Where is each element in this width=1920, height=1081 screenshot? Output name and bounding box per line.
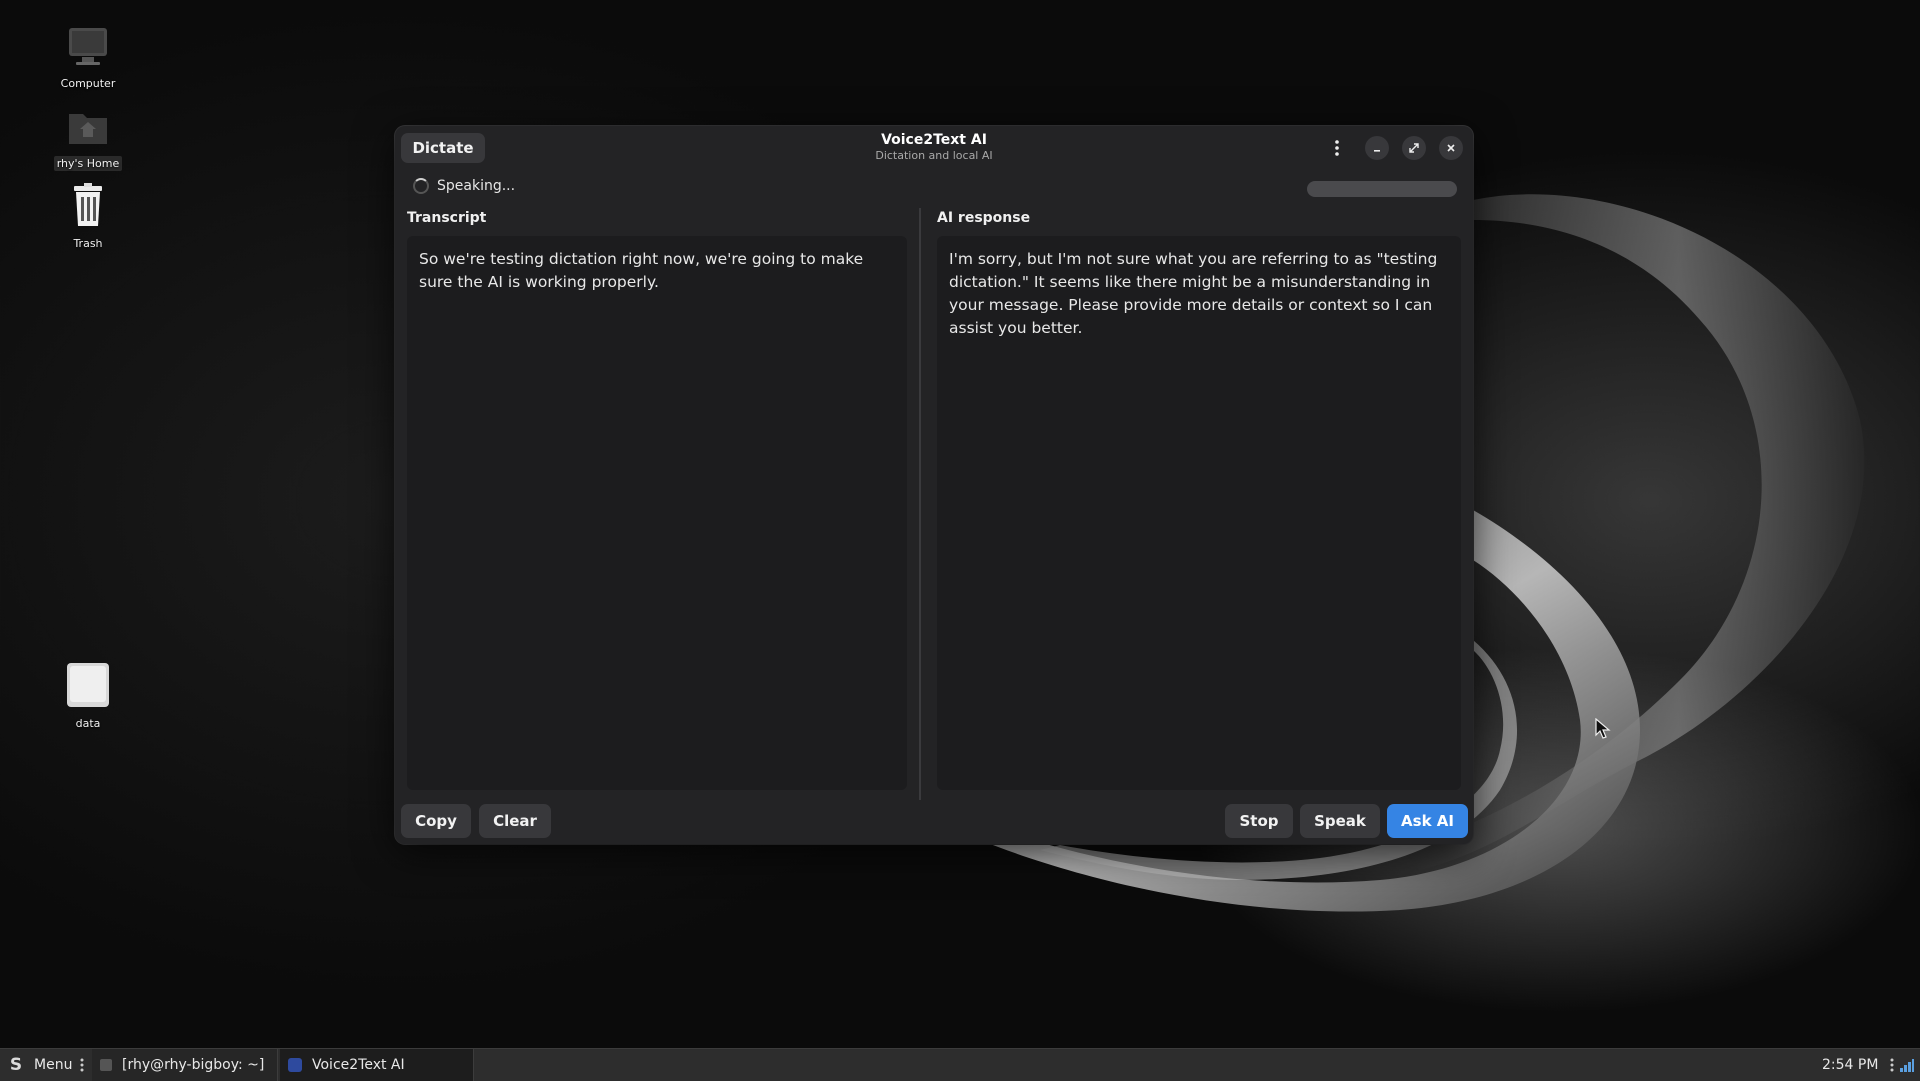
ask-ai-button[interactable]: Ask AI bbox=[1387, 804, 1468, 838]
desktop-icon-home[interactable]: rhy's Home bbox=[43, 106, 133, 171]
speak-button[interactable]: Speak bbox=[1300, 804, 1380, 838]
desktop-icon-label: rhy's Home bbox=[53, 156, 123, 171]
stop-button[interactable]: Stop bbox=[1225, 804, 1293, 838]
transcript-label: Transcript bbox=[407, 210, 487, 226]
desktop-icon-data[interactable]: data bbox=[43, 662, 133, 731]
tray-handle-icon bbox=[1890, 1058, 1894, 1072]
taskbar-window-voice2text[interactable]: Voice2Text AI bbox=[280, 1049, 474, 1081]
ai-response-textarea[interactable]: I'm sorry, but I'm not sure what you are… bbox=[937, 236, 1461, 790]
desktop-icon-label: data bbox=[75, 717, 101, 730]
copy-button[interactable]: Copy bbox=[401, 804, 471, 838]
mouse-cursor-icon bbox=[1595, 718, 1611, 739]
window-subtitle: Dictation and local AI bbox=[875, 149, 993, 162]
desktop-icon-computer[interactable]: Computer bbox=[43, 26, 133, 91]
panel-divider[interactable] bbox=[919, 208, 921, 800]
home-folder-icon bbox=[43, 106, 133, 152]
status-text: Speaking... bbox=[437, 178, 516, 194]
window-title-group: Voice2Text AI Dictation and local AI bbox=[395, 132, 1473, 162]
taskbar-handle-icon[interactable] bbox=[80, 1049, 88, 1081]
taskbar: S Menu [rhy@rhy-bigboy: ~] Voice2Text AI… bbox=[0, 1048, 1920, 1081]
progress-bar bbox=[1307, 181, 1457, 197]
desktop-icon-trash[interactable]: Trash bbox=[43, 182, 133, 251]
close-icon[interactable] bbox=[1439, 136, 1463, 160]
computer-icon bbox=[43, 26, 133, 72]
menu-button[interactable]: S Menu bbox=[6, 1049, 73, 1081]
taskbar-window-terminal[interactable]: [rhy@rhy-bigboy: ~] bbox=[92, 1049, 278, 1081]
voice2text-window: Dictate Voice2Text AI Dictation and loca… bbox=[395, 126, 1473, 844]
network-signal-icon[interactable] bbox=[1899, 1057, 1915, 1073]
ai-response-label: AI response bbox=[937, 210, 1031, 226]
transcript-textarea[interactable]: So we're testing dictation right now, we… bbox=[407, 236, 907, 790]
voice2text-app-icon bbox=[288, 1058, 302, 1072]
minimize-icon[interactable] bbox=[1365, 136, 1389, 160]
tray-icons[interactable] bbox=[1890, 1049, 1916, 1081]
desktop-icon-label: Computer bbox=[60, 77, 116, 90]
maximize-icon[interactable] bbox=[1402, 136, 1426, 160]
taskbar-window-label: [rhy@rhy-bigboy: ~] bbox=[122, 1057, 265, 1073]
taskbar-window-label: Voice2Text AI bbox=[312, 1057, 405, 1073]
menu-logo-icon: S bbox=[9, 1055, 23, 1075]
terminal-icon bbox=[100, 1059, 112, 1071]
clear-button[interactable]: Clear bbox=[479, 804, 551, 838]
menu-label: Menu bbox=[34, 1057, 73, 1073]
spinner-icon bbox=[413, 178, 429, 194]
window-title: Voice2Text AI bbox=[881, 132, 987, 148]
desktop-icon-label: Trash bbox=[73, 237, 103, 250]
status-indicator: Speaking... bbox=[413, 178, 515, 194]
clock[interactable]: 2:54 PM bbox=[1822, 1049, 1878, 1081]
drive-icon bbox=[43, 662, 133, 712]
trash-icon bbox=[43, 182, 133, 232]
more-options-icon[interactable] bbox=[1329, 136, 1345, 160]
window-titlebar[interactable]: Dictate Voice2Text AI Dictation and loca… bbox=[395, 126, 1473, 170]
